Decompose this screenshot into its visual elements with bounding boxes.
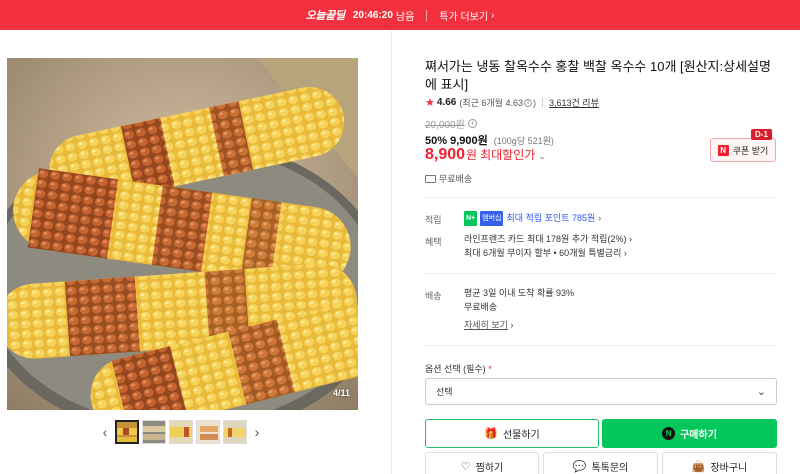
thumbnail-strip: ‹ › xyxy=(98,420,264,444)
countdown-timer: 20:46:20 xyxy=(352,9,393,21)
info-icon[interactable]: i xyxy=(523,98,532,107)
thumbnail-image xyxy=(143,421,165,443)
chevron-right-icon: › xyxy=(510,320,514,330)
product-main-image[interactable]: 4/11 xyxy=(7,58,358,410)
countdown-suffix: 남음 xyxy=(395,11,415,23)
star-icon: ★ xyxy=(425,97,435,109)
original-price-row: 20,000원 i xyxy=(425,116,477,131)
option-select-value: 선택 xyxy=(436,387,453,397)
section-divider xyxy=(425,273,777,274)
points-text: 최대 적립 포인트 785원 xyxy=(506,213,596,223)
thumbnail-3[interactable] xyxy=(169,420,193,444)
gift-icon: 🎁 xyxy=(484,428,498,440)
max-discount-price[interactable]: 8,900 원 최대할인가 ⌄ xyxy=(425,146,546,164)
original-price: 20,000원 xyxy=(425,120,465,131)
shipping-line-1: 평균 3일 이내 도착 확률 93% xyxy=(464,288,575,298)
buy-label: 구매하기 xyxy=(680,430,717,441)
chevron-right-icon: › xyxy=(598,213,602,223)
naver-pay-icon: N xyxy=(662,427,676,440)
shipping-details-link[interactable]: 자세히 보기 › xyxy=(464,318,513,333)
benefit-label: 혜택 xyxy=(425,237,442,247)
rating-recent-close: ) xyxy=(532,97,536,108)
promo-banner[interactable]: 오늘끝딜 20:46:20 남음 특가 더보기 › xyxy=(0,0,800,30)
section-divider xyxy=(425,197,777,198)
corn-photo-illustration xyxy=(7,58,358,410)
thumbnail-image xyxy=(170,421,192,443)
info-icon[interactable]: i xyxy=(467,119,477,128)
max-price-number: 8,900 xyxy=(425,146,466,163)
gift-button[interactable]: 🎁 선물하기 xyxy=(425,419,599,448)
chat-bubble-icon: 💬 xyxy=(572,461,587,473)
rating-row: ★ 4.66 (최근 6개월 4.63 i ) 3,613건 리뷰 xyxy=(425,96,599,109)
benefit-line-2-text: 최대 6개월 무이자 할부 • 60개월 특별금리 xyxy=(464,248,622,258)
product-title: 쪄서가는 냉동 찰옥수수 홍찰 백찰 옥수수 10개 [원산지:상세설명에 표시… xyxy=(425,59,771,92)
shipping-details-text: 자세히 보기 xyxy=(464,320,508,330)
cart-button[interactable]: 👜 장바구니 xyxy=(662,452,777,474)
heart-icon: ♡ xyxy=(460,461,471,473)
option-label: 옵션 선택 (필수) * xyxy=(425,362,492,375)
max-price-label: 최대할인가 xyxy=(480,148,536,162)
benefit-line-1[interactable]: 라인프렌즈 카드 최대 178원 추가 적립(2%) › xyxy=(464,232,632,247)
thumbnail-4[interactable] xyxy=(196,420,220,444)
shopping-bag-icon: 👜 xyxy=(691,461,706,473)
free-shipping-tag: 무료배송 xyxy=(425,172,472,185)
option-select[interactable]: 선택 ⌄ xyxy=(425,378,777,405)
deal-logo: 오늘끝딜 xyxy=(305,10,346,22)
coupon-button[interactable]: N 쿠폰 받기 xyxy=(710,138,776,162)
talk-inquiry-button[interactable]: 💬 톡톡문의 xyxy=(543,452,658,474)
thumbnail-image xyxy=(197,421,219,443)
shipping-label: 배송 xyxy=(425,291,442,301)
banner-separator xyxy=(426,9,428,21)
points-link[interactable]: N+ 멤버십 최대 적립 포인트 785원 › xyxy=(464,211,601,226)
shipping-line-2: 무료배송 xyxy=(464,302,498,312)
rating-score: 4.66 xyxy=(436,97,457,108)
review-count-link[interactable]: 3,613건 리뷰 xyxy=(549,96,599,109)
coupon-label: 쿠폰 받기 xyxy=(732,145,769,156)
wishlist-button[interactable]: ♡ 찜하기 xyxy=(425,452,539,474)
more-deals-link[interactable]: 특가 더보기 › xyxy=(439,8,494,23)
thumbnail-image xyxy=(224,421,246,443)
naver-plus-badge: N+ xyxy=(464,211,478,226)
cart-label: 장바구니 xyxy=(710,463,748,474)
talk-label: 톡톡문의 xyxy=(591,463,629,474)
column-divider xyxy=(391,30,392,474)
naver-n-icon: N xyxy=(717,144,729,156)
option-label-text: 옵션 선택 (필수) xyxy=(425,364,486,374)
image-counter: 4/11 xyxy=(332,388,350,398)
chevron-right-icon: › xyxy=(628,234,632,244)
buy-button[interactable]: N 구매하기 xyxy=(602,419,777,448)
thumbnail-5[interactable] xyxy=(223,420,247,444)
thumbnail-image xyxy=(117,422,137,442)
rating-recent: (최근 6개월 4.63 xyxy=(459,98,523,108)
free-shipping-label: 무료배송 xyxy=(439,174,473,184)
thumbnail-1[interactable] xyxy=(115,420,139,444)
thumbnail-2[interactable] xyxy=(142,420,166,444)
max-price-currency: 원 xyxy=(466,148,478,162)
chevron-down-icon: ⌄ xyxy=(756,386,766,398)
gift-label: 선물하기 xyxy=(502,430,540,441)
unit-price: (100g당 521원) xyxy=(493,136,554,146)
chevron-right-icon[interactable]: › xyxy=(250,424,264,440)
required-mark: * xyxy=(488,364,492,374)
section-divider xyxy=(425,345,777,346)
chevron-right-icon: › xyxy=(491,9,495,21)
wishlist-label: 찜하기 xyxy=(475,463,504,474)
chevron-right-icon: › xyxy=(623,248,627,258)
benefit-line-2[interactable]: 최대 6개월 무이자 할부 • 60개월 특별금리 › xyxy=(464,246,627,261)
truck-icon xyxy=(425,174,436,183)
chevron-left-icon[interactable]: ‹ xyxy=(98,424,112,440)
benefit-line-1-text: 라인프렌즈 카드 최대 178원 추가 적립(2%) xyxy=(464,234,627,244)
points-label: 적립 xyxy=(425,215,442,225)
more-deals-label: 특가 더보기 xyxy=(439,11,489,23)
rating-separator xyxy=(541,98,543,107)
membership-badge: 멤버십 xyxy=(480,211,504,226)
dday-badge: D-1 xyxy=(751,129,772,140)
chevron-down-icon: ⌄ xyxy=(538,151,546,161)
